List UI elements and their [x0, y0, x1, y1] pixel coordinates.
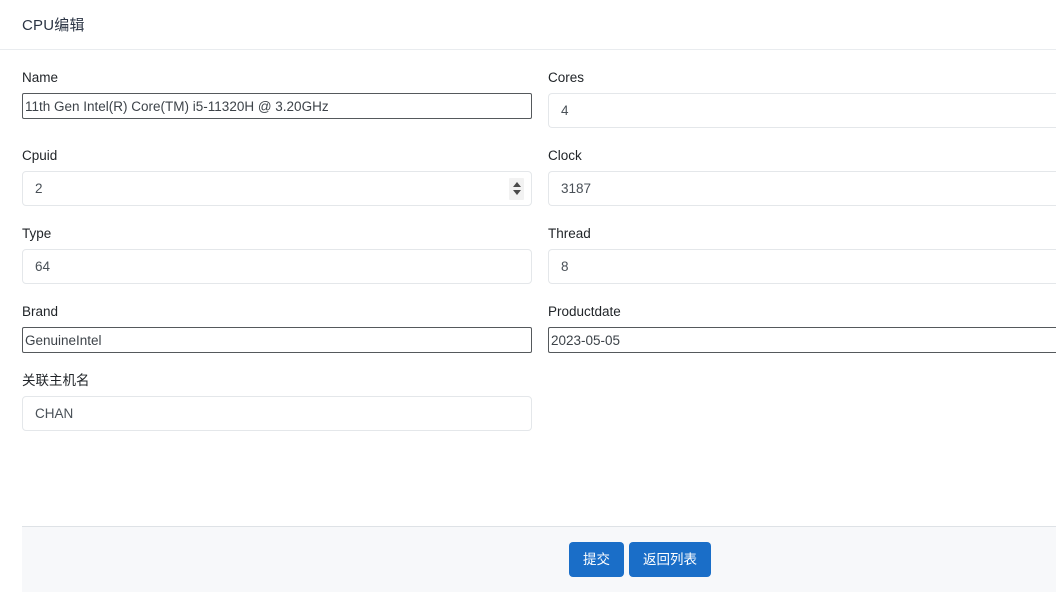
form-column-left: Name	[22, 50, 548, 128]
field-group-hostname: 关联主机名	[22, 373, 532, 431]
label-cpuid: Cpuid	[22, 148, 58, 163]
form-column-right	[548, 353, 1056, 431]
label-cores: Cores	[548, 70, 585, 85]
form-footer: 提交 返回列表	[22, 526, 1056, 592]
field-group-brand: Brand	[22, 304, 532, 353]
field-group-type: Type	[22, 226, 532, 284]
cpu-edit-page: CPU编辑 Name Cores Cpuid	[0, 0, 1056, 592]
back-to-list-button[interactable]: 返回列表	[629, 542, 711, 577]
input-clock[interactable]	[548, 171, 1056, 206]
form-row: Brand Productdate	[22, 284, 1056, 353]
field-group-cores: Cores	[548, 70, 1056, 128]
label-brand: Brand	[22, 304, 59, 319]
input-type[interactable]	[22, 249, 532, 284]
input-cores[interactable]	[548, 93, 1056, 128]
form-column-right: Thread	[548, 206, 1056, 284]
label-clock: Clock	[548, 148, 582, 163]
form-column-left: 关联主机名	[22, 353, 548, 431]
cpuid-number-wrapper	[22, 171, 532, 206]
page-title: CPU编辑	[22, 17, 85, 34]
form-row: 关联主机名	[22, 353, 1056, 431]
form-column-left: Cpuid	[22, 128, 548, 206]
cpu-edit-form: Name Cores Cpuid	[0, 50, 1056, 431]
input-thread[interactable]	[548, 249, 1056, 284]
input-productdate[interactable]	[548, 327, 1056, 353]
form-row: Name Cores	[22, 50, 1056, 128]
field-group-clock: Clock	[548, 148, 1056, 206]
label-type: Type	[22, 226, 52, 241]
field-group-productdate: Productdate	[548, 304, 1056, 353]
input-name[interactable]	[22, 93, 532, 119]
input-hostname[interactable]	[22, 396, 532, 431]
form-column-left: Brand	[22, 284, 548, 353]
form-row: Cpuid Clock	[22, 128, 1056, 206]
input-brand[interactable]	[22, 327, 532, 353]
form-column-right: Cores	[548, 50, 1056, 128]
footer-button-bar: 提交 返回列表	[569, 542, 711, 577]
submit-button[interactable]: 提交	[569, 542, 624, 577]
form-column-right: Clock	[548, 128, 1056, 206]
label-name: Name	[22, 70, 59, 85]
form-row: Type Thread	[22, 206, 1056, 284]
label-hostname: 关联主机名	[22, 373, 90, 388]
field-group-thread: Thread	[548, 226, 1056, 284]
spinner-up-icon[interactable]	[512, 182, 521, 187]
label-thread: Thread	[548, 226, 591, 241]
field-group-name: Name	[22, 70, 532, 119]
spinner-down-icon[interactable]	[512, 190, 521, 195]
field-group-cpuid: Cpuid	[22, 148, 532, 206]
input-cpuid[interactable]	[22, 171, 532, 206]
label-productdate: Productdate	[548, 304, 621, 319]
quantity-stepper[interactable]	[509, 177, 524, 200]
page-header: CPU编辑	[0, 0, 1056, 50]
form-column-left: Type	[22, 206, 548, 284]
form-column-right: Productdate	[548, 284, 1056, 353]
